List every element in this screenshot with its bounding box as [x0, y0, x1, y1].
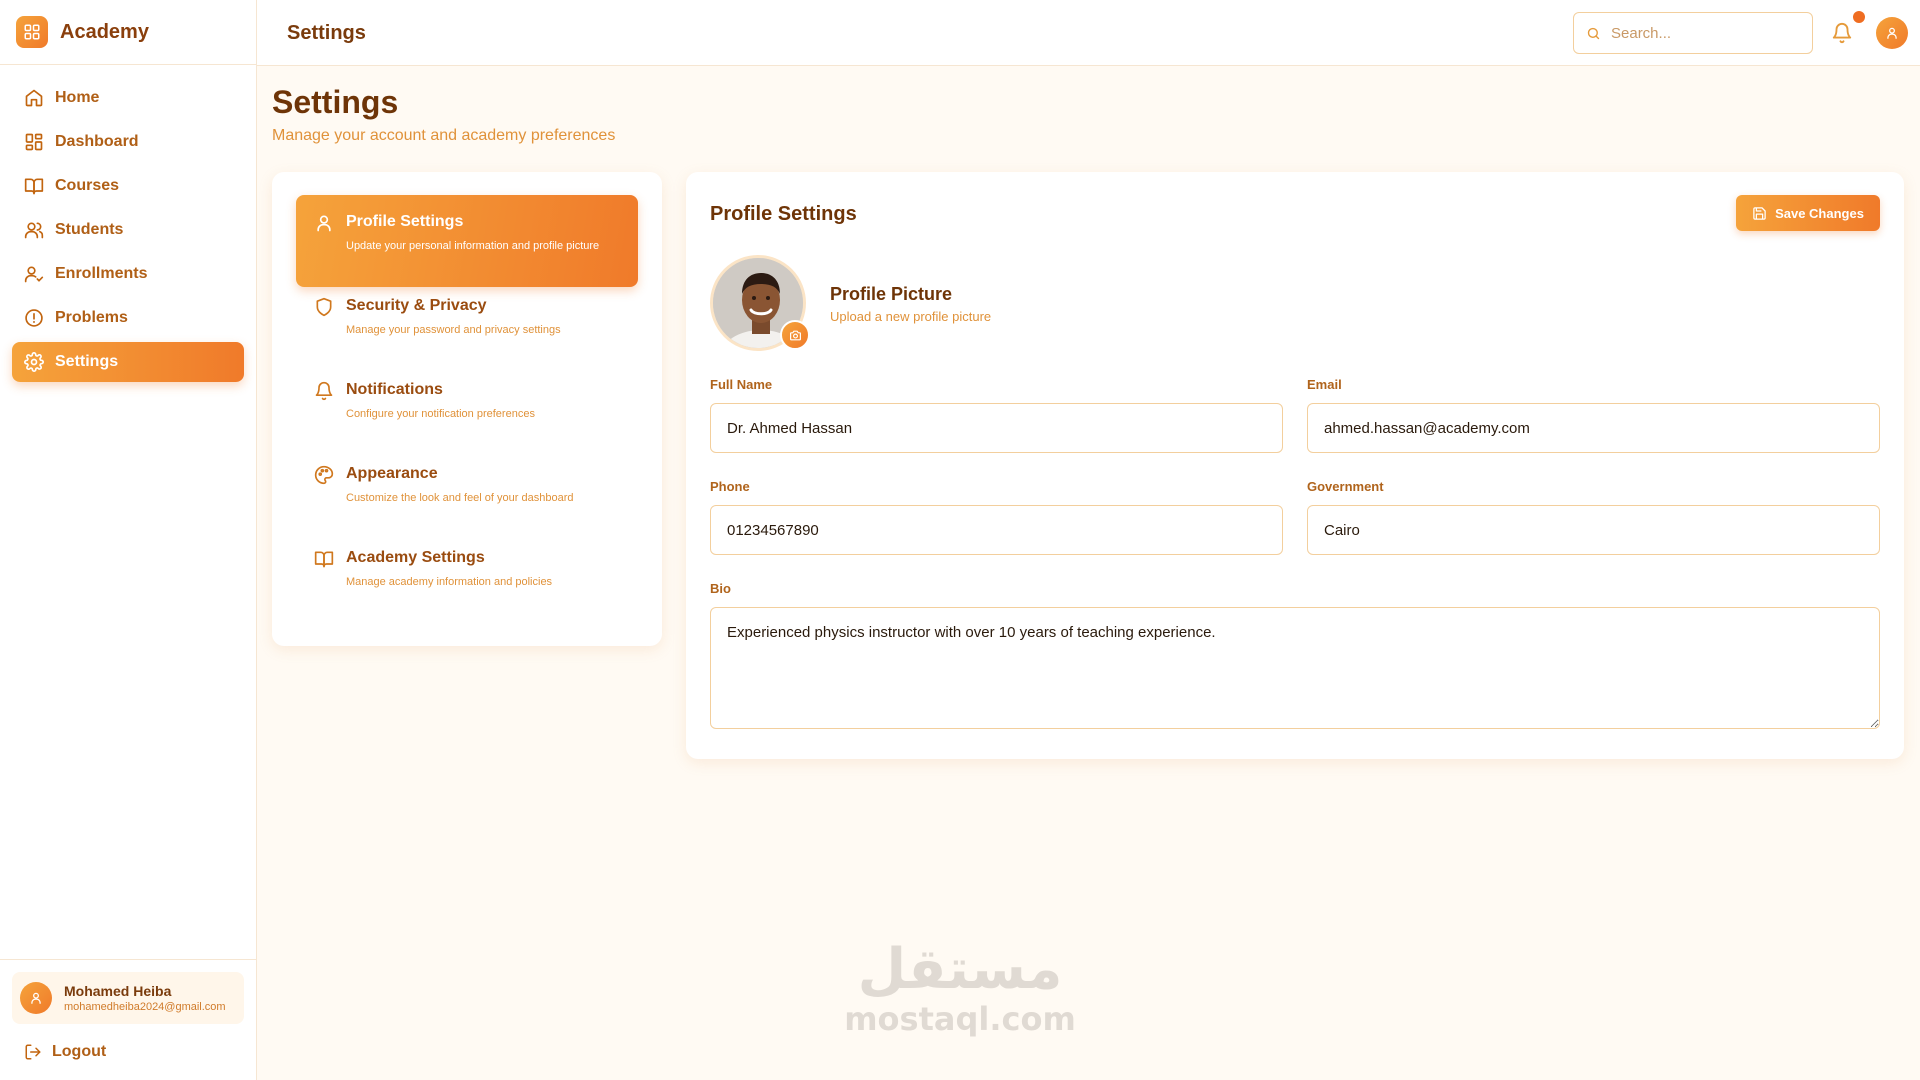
profile-picture-title: Profile Picture — [830, 284, 953, 304]
user-email: mohamedheiba2024@gmail.com — [64, 1001, 226, 1013]
avatar[interactable] — [1876, 17, 1908, 49]
brand[interactable]: Academy — [0, 0, 256, 65]
sidebar-item-home[interactable]: Home — [12, 78, 244, 118]
sidebar-item-students[interactable]: Students — [12, 210, 244, 250]
menu-label: Security & Privacy — [346, 297, 487, 314]
save-button[interactable]: Save Changes — [1736, 195, 1880, 231]
search-box[interactable] — [1573, 12, 1813, 54]
watermark: مستقل mostaql.com — [840, 937, 1080, 1039]
bell-icon — [315, 381, 333, 401]
sidebar: Academy Home Dashboard Courses Students … — [0, 0, 257, 1080]
logout-label: Logout — [52, 1043, 107, 1060]
avatar — [20, 982, 52, 1014]
sidebar-item-label: Enrollments — [55, 265, 148, 282]
menu-desc: Update your personal information and pro… — [346, 240, 600, 252]
settings-menu: Profile Settings Update your personal in… — [272, 172, 662, 646]
settings-menu-appearance[interactable]: Appearance Customize the look and feel o… — [296, 447, 638, 539]
government-field[interactable] — [1307, 505, 1880, 555]
user-icon — [317, 215, 331, 232]
user-card[interactable]: Mohamed Heiba mohamedheiba2024@gmail.com — [12, 972, 244, 1024]
menu-label: Profile Settings — [346, 213, 464, 230]
settings-menu-security[interactable]: Security & Privacy Manage your password … — [296, 279, 638, 371]
menu-desc: Customize the look and feel of your dash… — [346, 492, 574, 504]
home-icon — [25, 89, 43, 107]
sidebar-item-label: Home — [55, 89, 100, 106]
grid-icon — [16, 16, 48, 48]
palette-icon — [314, 465, 334, 485]
settings-menu-profile[interactable]: Profile Settings Update your personal in… — [296, 195, 638, 287]
topbar-title: Settings — [287, 22, 366, 44]
bio-label: Bio — [710, 581, 731, 596]
shield-icon — [316, 297, 332, 317]
sidebar-item-enrollments[interactable]: Enrollments — [12, 254, 244, 294]
menu-desc: Configure your notification preferences — [346, 408, 535, 420]
app-name: Academy — [60, 20, 149, 43]
camera-icon — [789, 330, 801, 340]
book-open-icon — [314, 551, 334, 568]
logout-button[interactable]: Logout — [12, 1038, 244, 1066]
phone-label: Phone — [710, 479, 750, 494]
gear-icon — [24, 352, 44, 372]
menu-desc: Manage academy information and policies — [346, 576, 553, 588]
topbar: Settings — [257, 0, 1920, 66]
search-icon — [1587, 27, 1600, 39]
grid-icon — [25, 133, 43, 151]
bio-field[interactable]: Experienced physics instructor with over… — [710, 607, 1880, 729]
watermark-arabic: مستقل — [857, 937, 1063, 1002]
sidebar-footer: Mohamed Heiba mohamedheiba2024@gmail.com… — [0, 959, 256, 1080]
sidebar-item-problems[interactable]: Problems — [12, 298, 244, 338]
user-check-icon — [24, 266, 44, 283]
alert-circle-icon — [25, 309, 43, 327]
menu-label: Notifications — [346, 381, 443, 398]
sidebar-item-courses[interactable]: Courses — [12, 166, 244, 206]
phone-field[interactable] — [710, 505, 1283, 555]
settings-menu-academy[interactable]: Academy Settings Manage academy informat… — [296, 531, 638, 623]
page-subtitle: Manage your account and academy preferen… — [272, 127, 616, 144]
bell-icon[interactable] — [1831, 22, 1853, 44]
book-open-icon — [24, 178, 44, 195]
full-name-label: Full Name — [710, 377, 773, 392]
notification-dot — [1853, 11, 1865, 23]
sidebar-nav: Home Dashboard Courses Students Enrollme… — [0, 65, 256, 382]
menu-desc: Manage your password and privacy setting… — [346, 324, 561, 336]
sidebar-item-label: Settings — [55, 353, 119, 370]
upload-photo-button[interactable] — [780, 320, 810, 350]
email-field[interactable] — [1307, 403, 1880, 453]
sidebar-item-settings[interactable]: Settings — [12, 342, 244, 382]
search-input[interactable] — [1611, 24, 1791, 42]
page-title: Settings — [272, 84, 399, 120]
sidebar-item-label: Problems — [55, 309, 128, 326]
save-label: Save Changes — [1775, 205, 1864, 221]
email-label: Email — [1307, 377, 1342, 392]
menu-label: Academy Settings — [346, 549, 485, 566]
government-label: Government — [1307, 479, 1384, 494]
settings-menu-notifications[interactable]: Notifications Configure your notificatio… — [296, 363, 638, 455]
sidebar-item-label: Students — [55, 221, 124, 238]
profile-picture-subtitle: Upload a new profile picture — [830, 309, 992, 324]
user-info: Mohamed Heiba mohamedheiba2024@gmail.com — [64, 983, 234, 1013]
profile-settings-card: Profile Settings Save Changes Profile Pi… — [686, 172, 1904, 759]
full-name-field[interactable] — [710, 403, 1283, 453]
users-icon — [24, 222, 44, 239]
watermark-latin: mostaql.com — [844, 1000, 1076, 1038]
sidebar-item-label: Courses — [55, 177, 120, 194]
user-name: Mohamed Heiba — [64, 983, 172, 999]
form-title: Profile Settings — [710, 203, 857, 225]
sidebar-item-dashboard[interactable]: Dashboard — [12, 122, 244, 162]
logout-icon — [25, 1044, 41, 1060]
sidebar-item-label: Dashboard — [55, 133, 139, 150]
save-icon — [1753, 206, 1766, 220]
menu-label: Appearance — [346, 465, 438, 482]
